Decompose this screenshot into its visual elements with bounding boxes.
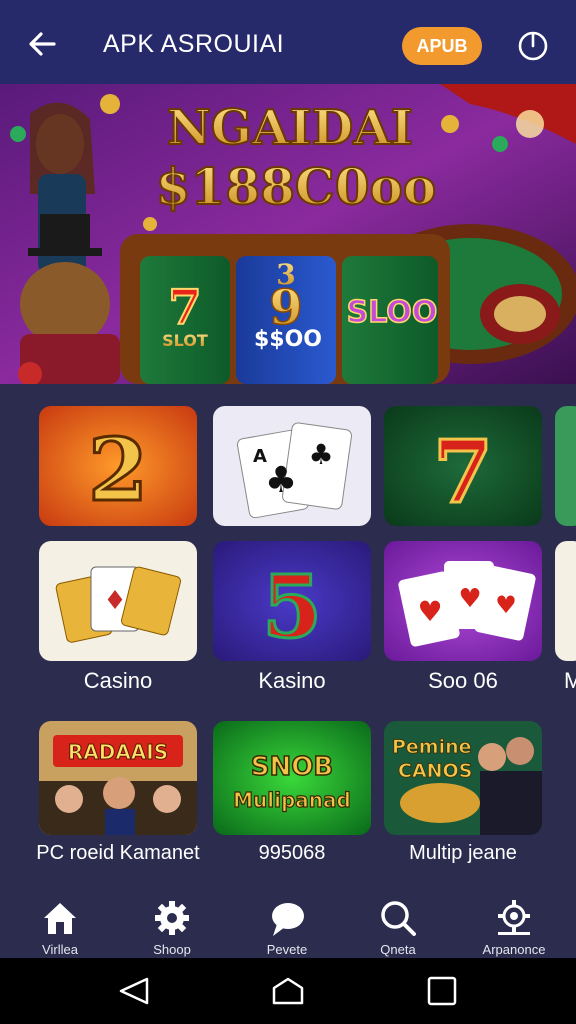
recents-square-icon[interactable]	[425, 976, 459, 1006]
tile-glyph: 2	[88, 420, 148, 521]
game-tile-seven[interactable]: 7	[384, 406, 542, 526]
search-icon	[381, 901, 416, 936]
chat-icon	[272, 903, 304, 936]
power-icon[interactable]	[516, 28, 550, 62]
nav-label: Arpanonce	[482, 942, 546, 957]
back-triangle-icon[interactable]	[117, 976, 151, 1006]
nav-label: Shoop	[153, 942, 191, 957]
nav-item-qneta[interactable]: Qneta	[353, 898, 443, 958]
tile-glyph: 7	[433, 422, 493, 523]
game-tile-partial[interactable]	[555, 406, 576, 526]
game-label: Kasino	[258, 668, 326, 693]
reel-sloo: SLOO	[347, 295, 438, 330]
banner-amount: $188C0oo	[156, 157, 436, 216]
tile-title-line: SNOB	[251, 752, 333, 782]
game-tile-two[interactable]: 2	[39, 406, 197, 526]
system-nav-bar	[0, 958, 576, 1024]
game-tile-partial[interactable]	[555, 541, 576, 661]
nav-item-home[interactable]: Virllea	[15, 898, 105, 958]
tile-title-line: CANOS	[398, 760, 472, 782]
bottom-nav: Virllea Shoop Pevete Qneta Arpanonce	[0, 894, 576, 958]
game-label: Casino	[83, 668, 153, 693]
nav-label: Virllea	[42, 942, 78, 957]
nav-label: Qneta	[380, 942, 416, 957]
reel-sso-sub: $$OO	[254, 327, 322, 352]
home-icon	[44, 903, 76, 934]
nav-item-arpanonce[interactable]: Arpanonce	[469, 898, 559, 958]
game-label: Soo 06	[428, 668, 498, 693]
back-arrow-icon[interactable]	[26, 28, 58, 60]
reel-seven: 7	[168, 280, 201, 336]
game-tile-radaais[interactable]: RADAAIS	[39, 721, 197, 835]
game-grid: 2 A ♣ ♣ 7 ♦ Casino 5 Kasino ♥ ♥ ♥ Soo 06…	[0, 384, 576, 894]
tile-title-line: Mulipanad	[233, 788, 351, 812]
tile-title: RADAAIS	[68, 740, 168, 764]
diamond-icon: ♦	[103, 586, 126, 616]
banner-headline: NGAIDAI	[167, 100, 413, 156]
heart-icon: ♥	[458, 584, 481, 614]
game-label: M	[564, 668, 576, 693]
tile-title-line: Pemine	[392, 736, 472, 758]
club-icon: ♣	[308, 438, 333, 471]
game-tile-casino[interactable]: ♦	[39, 541, 197, 661]
app-header: APK ASROUIAI APUB	[0, 0, 576, 84]
game-tile-cards[interactable]: A ♣ ♣	[213, 406, 371, 526]
game-label: PC roeid Kamanet	[36, 842, 200, 864]
heart-icon: ♥	[495, 591, 517, 619]
promo-banner[interactable]: 7 3 9 SLOO SLOT $$OO NGAIDAI $188C0oo	[0, 84, 576, 384]
club-icon: ♣	[265, 460, 297, 501]
app-title: APK ASROUIAI	[103, 30, 285, 58]
nav-item-pevete[interactable]: Pevete	[242, 898, 332, 958]
game-label: 995068	[258, 842, 326, 864]
heart-icon: ♥	[417, 595, 442, 628]
game-label: Multip jeane	[409, 842, 517, 864]
home-pentagon-icon[interactable]	[271, 976, 305, 1006]
settings-icon	[498, 900, 530, 935]
apub-button[interactable]: APUB	[402, 27, 482, 65]
reel-slot-sub: SLOT	[162, 331, 208, 350]
game-tile-kasino[interactable]: 5	[213, 541, 371, 661]
nav-label: Pevete	[266, 942, 308, 957]
game-tile-pemine[interactable]: Pemine CANOS	[384, 721, 542, 835]
game-tile-soo[interactable]: ♥ ♥ ♥	[384, 541, 542, 661]
gear-icon	[155, 901, 189, 935]
tile-glyph: 5	[262, 557, 322, 658]
game-tile-snob[interactable]: SNOB Mulipanad	[213, 721, 371, 835]
nav-item-shoop[interactable]: Shoop	[127, 898, 217, 958]
